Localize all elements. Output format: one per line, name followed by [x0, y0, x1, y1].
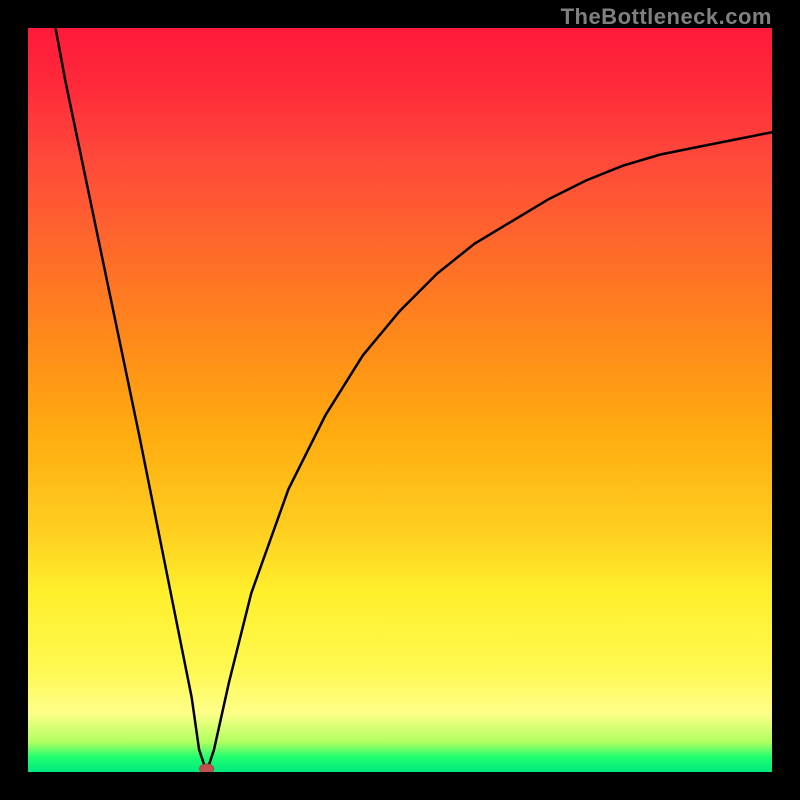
curve-line: [56, 28, 773, 772]
watermark-text: TheBottleneck.com: [561, 4, 772, 30]
curve-svg: [28, 28, 772, 772]
min-marker: [200, 764, 214, 772]
chart-container: TheBottleneck.com: [0, 0, 800, 800]
plot-area: [28, 28, 772, 772]
